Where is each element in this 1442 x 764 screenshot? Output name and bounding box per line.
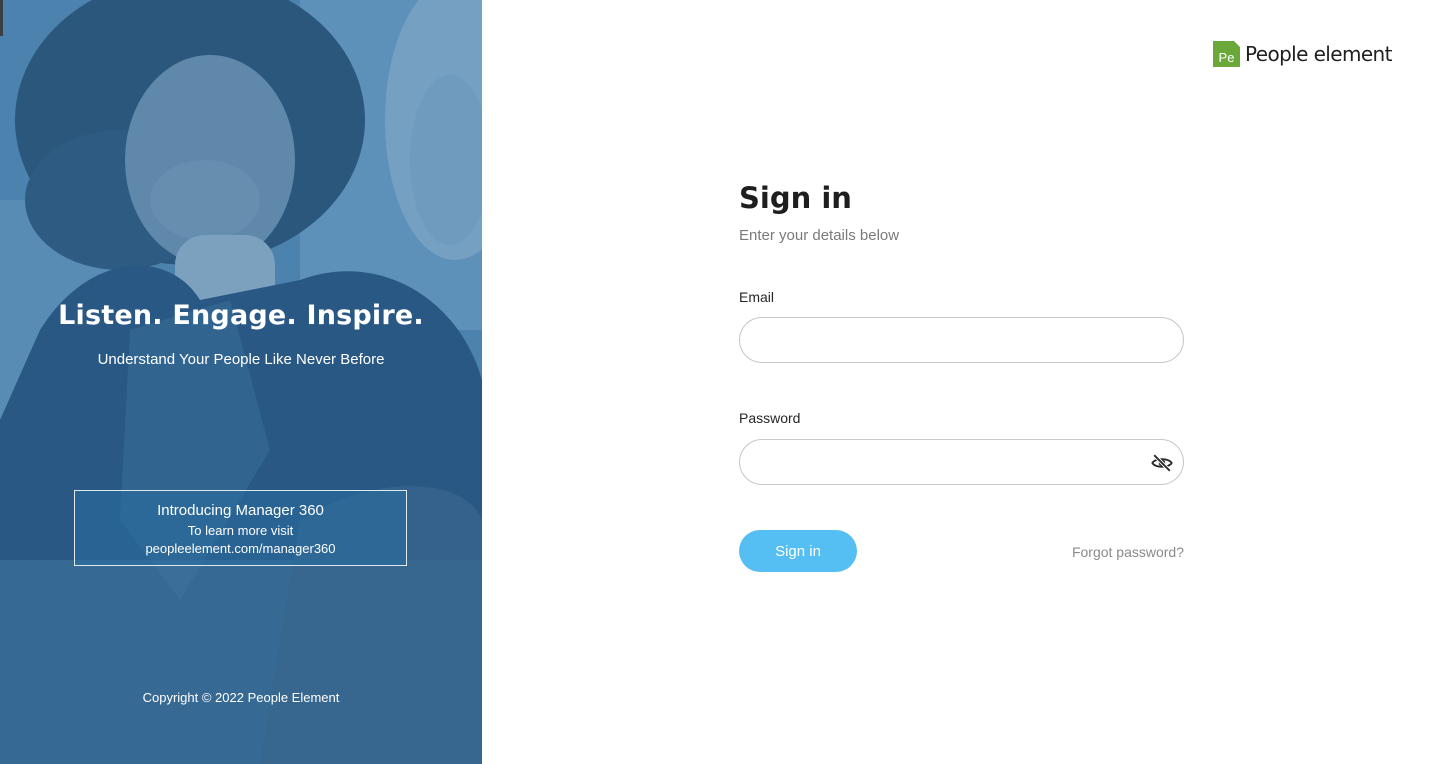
copyright-text: Copyright © 2022 People Element — [142, 690, 340, 705]
manager360-promo[interactable]: Introducing Manager 360 To learn more vi… — [74, 490, 407, 566]
password-field-wrapper — [739, 439, 1184, 485]
window-edge — [0, 0, 3, 36]
hero-panel: Listen. Engage. Inspire. Understand Your… — [0, 0, 482, 764]
logo-text: People element — [1245, 42, 1392, 66]
sign-in-form: Sign in Enter your details below Email P… — [739, 178, 1185, 572]
sign-in-button[interactable]: Sign in — [739, 530, 857, 572]
eye-off-icon[interactable] — [1150, 451, 1174, 475]
promo-line-1: To learn more visit — [187, 523, 294, 538]
page-title: Sign in — [739, 181, 852, 215]
forgot-password-link[interactable]: Forgot password? — [1072, 544, 1184, 560]
hero-subheadline: Understand Your People Like Never Before — [97, 351, 385, 368]
email-field-wrapper — [739, 317, 1184, 363]
password-label: Password — [739, 410, 801, 426]
hero-headline: Listen. Engage. Inspire. — [58, 300, 424, 331]
page-subtitle: Enter your details below — [739, 227, 900, 244]
email-label: Email — [739, 289, 775, 305]
promo-link[interactable]: peopleelement.com/manager360 — [75, 541, 406, 556]
logo-mark-icon: Pe — [1213, 41, 1240, 67]
sign-in-page: Listen. Engage. Inspire. Understand Your… — [0, 0, 1442, 764]
password-field[interactable] — [740, 440, 1130, 484]
hero-photo — [0, 0, 482, 764]
promo-title: Introducing Manager 360 — [157, 502, 324, 519]
people-element-logo: Pe People element — [1213, 41, 1392, 67]
email-field[interactable] — [740, 318, 1130, 362]
